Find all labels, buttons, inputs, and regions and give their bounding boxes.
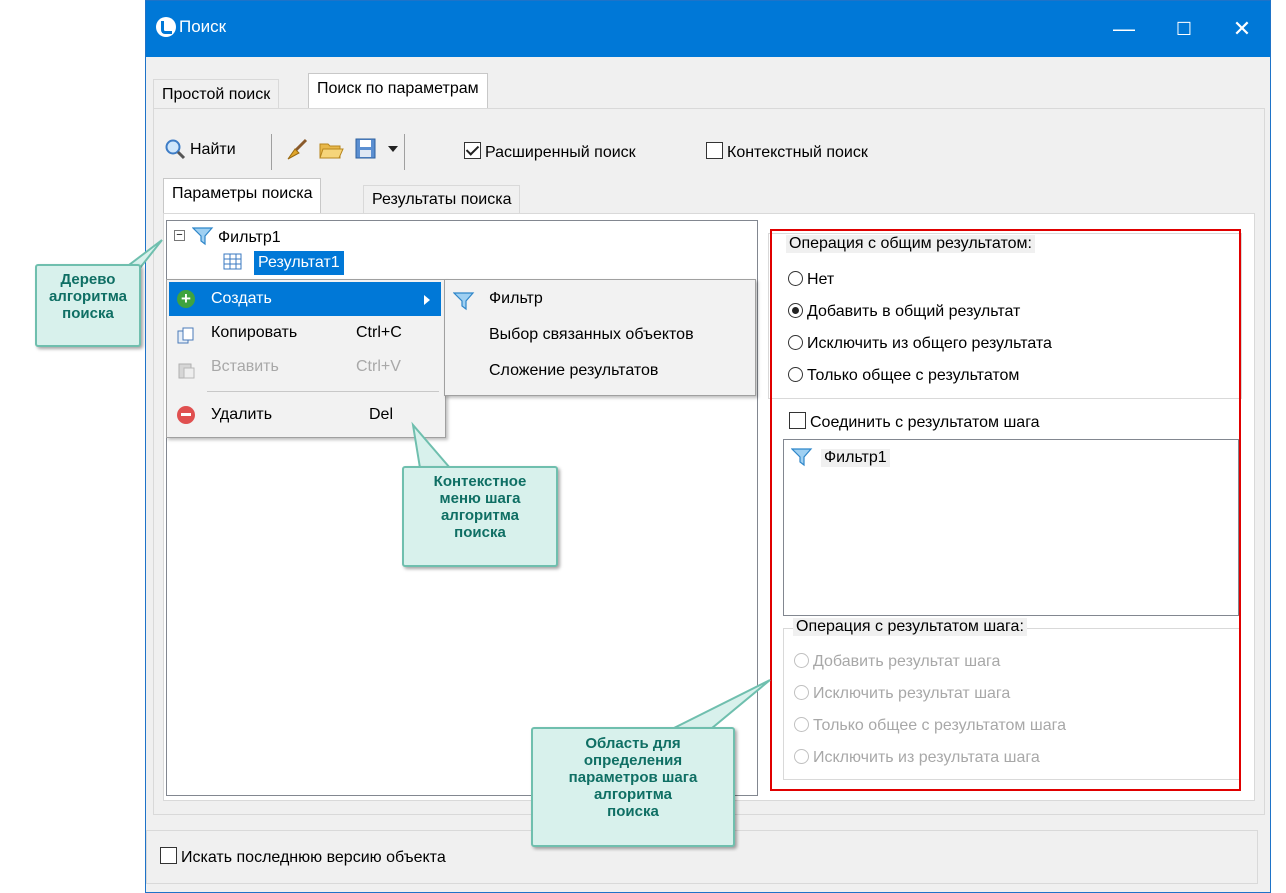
callout-context-menu: Контекстное меню шага алгоритма поиска	[402, 466, 558, 567]
callout-line: поиска	[454, 524, 506, 541]
callout-line: Область для	[585, 735, 681, 752]
callout-line: алгоритма	[593, 786, 673, 803]
callout-line: определения	[583, 752, 683, 769]
callout-line: поиска	[62, 305, 114, 322]
callout-line: алгоритма	[440, 507, 520, 524]
callout-line: меню шага	[439, 490, 521, 507]
callout-line: поиска	[607, 803, 659, 820]
callout-params-area: Область для определения параметров шага …	[531, 727, 735, 847]
callout-line: алгоритма	[48, 288, 128, 305]
callout-line: параметров шага	[568, 769, 698, 786]
callout-line: Контекстное	[433, 473, 527, 490]
callout-line: Дерево	[60, 271, 116, 288]
callout-tree: Дерево алгоритма поиска	[35, 264, 141, 347]
